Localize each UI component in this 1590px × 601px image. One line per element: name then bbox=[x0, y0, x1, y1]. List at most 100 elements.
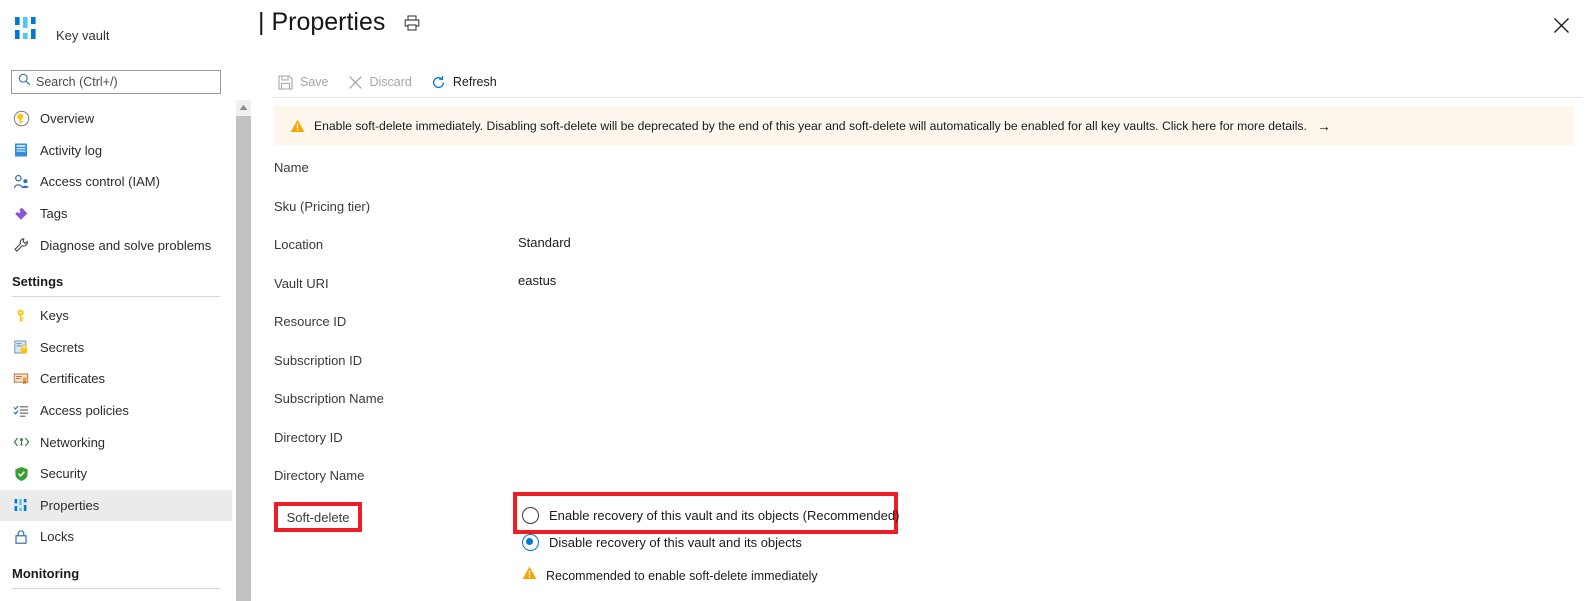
certificates-icon bbox=[12, 370, 30, 388]
soft-delete-warning-banner[interactable]: Enable soft-delete immediately. Disablin… bbox=[274, 106, 1574, 145]
sidebar-section-divider bbox=[12, 295, 220, 297]
banner-text: Enable soft-delete immediately. Disablin… bbox=[314, 118, 1307, 133]
sidebar-item-networking[interactable]: Networking bbox=[0, 426, 232, 458]
activity-log-icon bbox=[12, 141, 30, 159]
sidebar-scrollbar[interactable] bbox=[236, 100, 251, 601]
property-label: Name bbox=[274, 160, 309, 175]
discard-x-icon bbox=[347, 74, 364, 91]
property-row-sku: Sku (Pricing tier) Standard bbox=[274, 198, 1334, 250]
print-icon[interactable] bbox=[401, 12, 423, 34]
command-bar-divider bbox=[272, 97, 1582, 98]
sidebar-item-activity-log[interactable]: Activity log bbox=[0, 135, 232, 167]
access-control-icon bbox=[12, 173, 30, 191]
sidebar-item-locks[interactable]: Locks bbox=[0, 521, 232, 553]
close-icon[interactable] bbox=[1546, 10, 1576, 40]
lock-icon bbox=[12, 528, 30, 546]
radio-unselected-icon[interactable] bbox=[522, 506, 539, 524]
property-row-location: Location eastus bbox=[274, 237, 1334, 288]
search-input[interactable] bbox=[36, 75, 206, 89]
refresh-button-label: Refresh bbox=[452, 75, 497, 89]
soft-delete-recommendation-note: Recommended to enable soft-delete immedi… bbox=[522, 566, 818, 585]
warning-triangle-icon bbox=[290, 119, 305, 133]
property-label: Directory Name bbox=[274, 468, 365, 483]
sidebar-item-label: Certificates bbox=[40, 371, 106, 387]
sidebar-scrollbar-thumb[interactable] bbox=[236, 116, 251, 601]
access-policies-icon bbox=[12, 402, 30, 420]
command-bar: Save Discard Refresh bbox=[272, 68, 506, 96]
chevron-double-left-icon[interactable]: « bbox=[231, 72, 232, 92]
property-row-resource-id: Resource ID bbox=[274, 314, 1334, 353]
property-row-subscription-id: Subscription ID bbox=[274, 353, 1334, 392]
networking-icon bbox=[12, 433, 30, 451]
refresh-button[interactable]: Refresh bbox=[425, 71, 506, 94]
property-label: Vault URI bbox=[274, 275, 329, 291]
property-row-directory-id: Directory ID bbox=[274, 430, 1334, 469]
discard-button[interactable]: Discard bbox=[342, 71, 421, 94]
property-label: Subscription ID bbox=[274, 352, 363, 368]
soft-delete-note-text: Recommended to enable soft-delete immedi… bbox=[546, 568, 818, 583]
save-icon bbox=[277, 74, 294, 91]
sidebar-item-label: Access control (IAM) bbox=[40, 174, 160, 190]
warning-triangle-icon bbox=[522, 566, 537, 585]
sidebar-item-label: Security bbox=[40, 466, 87, 482]
resource-type-label: Key vault bbox=[56, 28, 110, 43]
refresh-icon bbox=[430, 74, 447, 91]
sidebar-item-label: Overview bbox=[40, 111, 95, 127]
sidebar-item-access-policies[interactable]: Access policies bbox=[0, 395, 232, 427]
property-label: Subscription Name bbox=[274, 391, 384, 406]
blade-header: | Properties bbox=[258, 8, 423, 37]
property-label: Location bbox=[274, 237, 324, 252]
sidebar-item-label: Activity log bbox=[40, 142, 103, 158]
radio-enable-recovery-label: Enable recovery of this vault and its ob… bbox=[549, 507, 900, 523]
property-label: Directory ID bbox=[274, 429, 343, 445]
sidebar-item-label: Properties bbox=[40, 497, 100, 513]
sidebar-item-diagnose[interactable]: Diagnose and solve problems bbox=[0, 229, 232, 261]
left-sidebar: Key vault « bbox=[0, 0, 232, 601]
sidebar-item-label: Secrets bbox=[40, 339, 85, 355]
sidebar-item-properties[interactable]: Properties bbox=[0, 489, 232, 522]
sidebar-item-secrets[interactable]: Secrets bbox=[0, 332, 232, 364]
sidebar-item-tags[interactable]: Tags bbox=[0, 198, 232, 230]
radio-disable-recovery-label: Disable recovery of this vault and its o… bbox=[549, 534, 802, 550]
property-label: Sku (Pricing tier) bbox=[274, 198, 371, 214]
sidebar-section-heading: Monitoring bbox=[12, 565, 80, 581]
properties-list: Name Sku (Pricing tier) Standard Locatio… bbox=[274, 160, 1334, 507]
security-shield-icon bbox=[12, 465, 30, 483]
sidebar-item-label: Keys bbox=[40, 308, 69, 324]
overview-key-icon bbox=[12, 110, 30, 128]
save-button-label: Save bbox=[300, 75, 329, 89]
discard-button-label: Discard bbox=[369, 75, 412, 89]
page-title: | Properties bbox=[258, 8, 386, 36]
search-box[interactable] bbox=[11, 70, 221, 94]
sidebar-section-heading: Settings bbox=[12, 273, 64, 289]
properties-icon bbox=[12, 496, 30, 514]
resource-header: Key vault bbox=[12, 12, 109, 43]
property-row-vault-uri: Vault URI bbox=[274, 276, 1334, 315]
sidebar-item-security[interactable]: Security bbox=[0, 458, 232, 490]
sidebar-item-certificates[interactable]: Certificates bbox=[0, 363, 232, 395]
scroll-up-arrow-icon[interactable] bbox=[236, 100, 251, 115]
search-icon bbox=[18, 73, 31, 91]
sidebar-item-keys[interactable]: Keys bbox=[0, 300, 232, 332]
property-row-name: Name bbox=[274, 160, 1334, 199]
sidebar-item-label: Locks bbox=[40, 529, 74, 545]
banner-arrow-icon[interactable]: → bbox=[1317, 118, 1331, 134]
soft-delete-label-highlight: Soft-delete bbox=[274, 502, 362, 532]
sidebar-item-access-control[interactable]: Access control (IAM) bbox=[0, 166, 232, 198]
sidebar-item-label: Networking bbox=[40, 434, 106, 450]
sidebar-item-label: Diagnose and solve problems bbox=[40, 237, 212, 253]
radio-disable-recovery[interactable]: Disable recovery of this vault and its o… bbox=[522, 529, 899, 555]
save-button[interactable]: Save bbox=[272, 71, 338, 94]
soft-delete-radio-group: Enable recovery of this vault and its ob… bbox=[522, 502, 899, 556]
sidebar-nav-list: Overview Activity log Access control (IA… bbox=[0, 103, 232, 592]
property-label: Resource ID bbox=[274, 314, 347, 329]
diagnose-wrench-icon bbox=[12, 236, 30, 254]
radio-enable-recovery[interactable]: Enable recovery of this vault and its ob… bbox=[522, 502, 899, 528]
keys-icon bbox=[12, 307, 30, 325]
sidebar-item-label: Access policies bbox=[40, 403, 129, 419]
sidebar-item-label: Tags bbox=[40, 206, 68, 222]
radio-selected-icon[interactable] bbox=[522, 533, 539, 551]
secrets-icon bbox=[12, 338, 30, 356]
sidebar-section-divider bbox=[12, 587, 220, 589]
sidebar-item-overview[interactable]: Overview bbox=[0, 103, 232, 135]
